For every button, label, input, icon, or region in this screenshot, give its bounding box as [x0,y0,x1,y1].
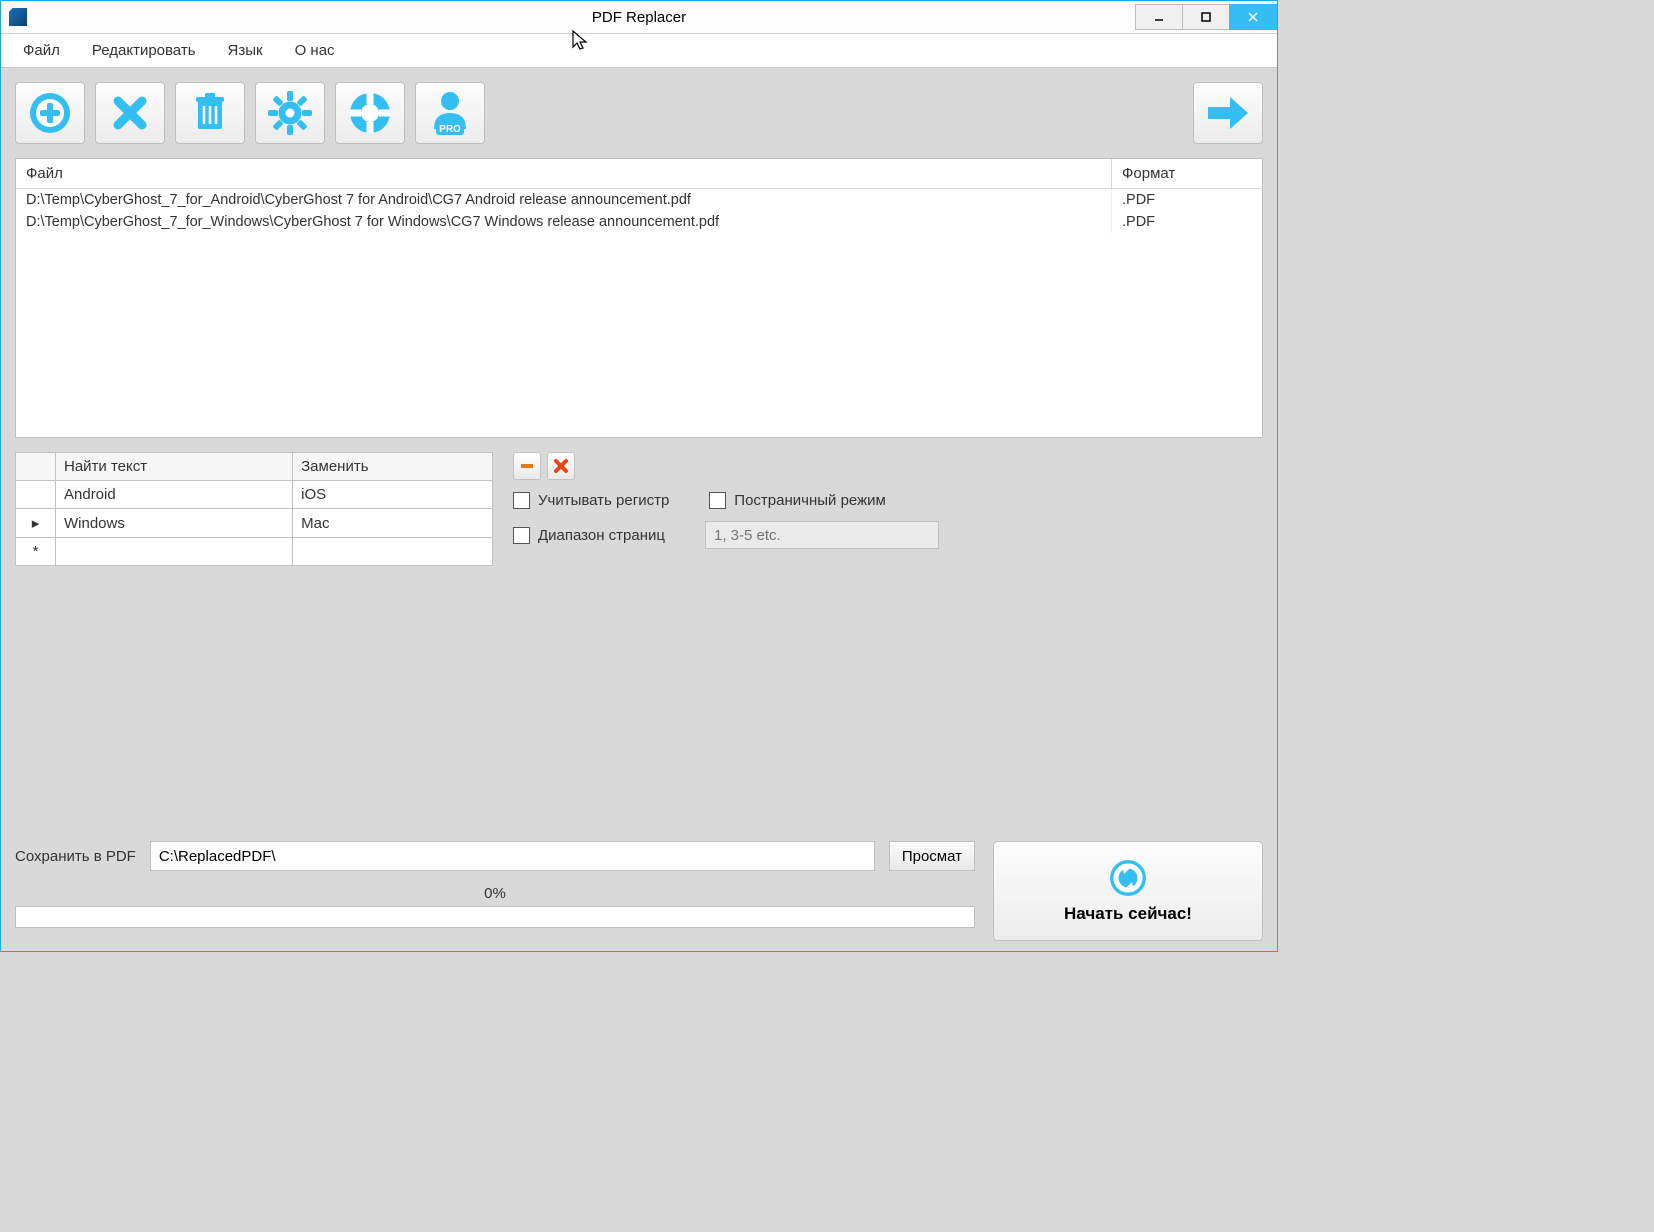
row-marker [16,481,56,509]
col-replace[interactable]: Заменить [293,453,493,481]
save-section: Сохранить в PDF Просмат 0% [15,841,975,941]
trash-icon [190,91,230,135]
col-format[interactable]: Формат [1112,159,1262,188]
app-window: PDF Replacer Файл Редактировать Язык О н… [0,0,1278,952]
remove-button[interactable] [95,82,165,144]
file-fmt: .PDF [1112,211,1262,233]
content-area: PRO Файл Формат D:\Temp\CyberGhost_7_for… [1,68,1277,951]
window-buttons [1136,4,1277,30]
progress-section: 0% [15,885,975,928]
row-marker: * [16,538,56,566]
progress-percent: 0% [15,885,975,902]
file-table-body: D:\Temp\CyberGhost_7_for_Android\CyberGh… [16,189,1262,437]
minimize-button[interactable] [1135,4,1183,30]
col-marker [16,453,56,481]
case-sensitive-option[interactable]: Учитывать регистр [513,492,669,509]
window-title: PDF Replacer [1,9,1277,26]
page-mode-option[interactable]: Постраничный режим [709,492,886,509]
mid-section: Найти текст Заменить Android iOS ▸ Windo… [15,452,1263,566]
settings-button[interactable] [255,82,325,144]
start-label: Начать сейчас! [1064,904,1192,924]
gear-icon [268,91,312,135]
page-range-input[interactable] [705,521,939,549]
case-label: Учитывать регистр [538,492,669,509]
file-path: D:\Temp\CyberGhost_7_for_Android\CyberGh… [16,189,1112,211]
go-button[interactable] [1193,82,1263,144]
table-row[interactable]: Android iOS [16,481,493,509]
refresh-icon [1108,858,1148,898]
plus-circle-icon [28,91,72,135]
table-row[interactable]: * [16,538,493,566]
replace-table[interactable]: Найти текст Заменить Android iOS ▸ Windo… [15,452,493,566]
col-file[interactable]: Файл [16,159,1112,188]
find-cell[interactable]: Windows [56,509,293,538]
find-cell[interactable] [56,538,293,566]
lifebuoy-icon [348,91,392,135]
menubar: Файл Редактировать Язык О нас [1,34,1277,68]
toolbar: PRO [15,82,1263,144]
maximize-button[interactable] [1182,4,1230,30]
menu-file[interactable]: Файл [7,38,76,63]
menu-about[interactable]: О нас [279,38,351,63]
options-row-2: Диапазон страниц [513,521,1263,549]
save-label: Сохранить в PDF [15,848,136,865]
checkbox-icon [709,492,726,509]
checkbox-icon [513,527,530,544]
page-range-option[interactable]: Диапазон страниц [513,521,665,549]
replace-cell[interactable]: Mac [293,509,493,538]
col-find[interactable]: Найти текст [56,453,293,481]
x-icon [110,93,150,133]
close-button[interactable] [1229,4,1277,30]
add-button[interactable] [15,82,85,144]
pro-badge-text: PRO [439,124,461,135]
user-pro-icon: PRO [428,89,472,137]
file-fmt: .PDF [1112,189,1262,211]
help-button[interactable] [335,82,405,144]
pagerange-label: Диапазон страниц [538,527,665,544]
table-row[interactable]: D:\Temp\CyberGhost_7_for_Windows\CyberGh… [16,211,1262,233]
table-row[interactable]: D:\Temp\CyberGhost_7_for_Android\CyberGh… [16,189,1262,211]
options-row-1: Учитывать регистр Постраничный режим [513,492,1263,509]
minus-icon [519,458,535,474]
x-small-icon [553,458,569,474]
menu-lang[interactable]: Язык [212,38,279,63]
file-table[interactable]: Файл Формат D:\Temp\CyberGhost_7_for_And… [15,158,1263,438]
pagemode-label: Постраничный режим [734,492,886,509]
mini-toolbar [513,452,1263,480]
pro-button[interactable]: PRO [415,82,485,144]
titlebar: PDF Replacer [1,1,1277,34]
table-row[interactable]: ▸ Windows Mac [16,509,493,538]
file-table-header: Файл Формат [16,159,1262,189]
checkbox-icon [513,492,530,509]
arrow-right-icon [1204,93,1252,133]
remove-row-button[interactable] [513,452,541,480]
footer: Сохранить в PDF Просмат 0% Начать сейчас… [15,841,1263,941]
clear-rows-button[interactable] [547,452,575,480]
progress-bar [15,906,975,928]
browse-button[interactable]: Просмат [889,841,975,871]
replace-cell[interactable]: iOS [293,481,493,509]
start-button[interactable]: Начать сейчас! [993,841,1263,941]
save-path-input[interactable] [150,841,875,871]
save-line: Сохранить в PDF Просмат [15,841,975,871]
row-marker: ▸ [16,509,56,538]
file-path: D:\Temp\CyberGhost_7_for_Windows\CyberGh… [16,211,1112,233]
menu-edit[interactable]: Редактировать [76,38,212,63]
replace-cell[interactable] [293,538,493,566]
app-icon [9,8,27,26]
trash-button[interactable] [175,82,245,144]
find-cell[interactable]: Android [56,481,293,509]
options-panel: Учитывать регистр Постраничный режим Диа… [513,452,1263,566]
